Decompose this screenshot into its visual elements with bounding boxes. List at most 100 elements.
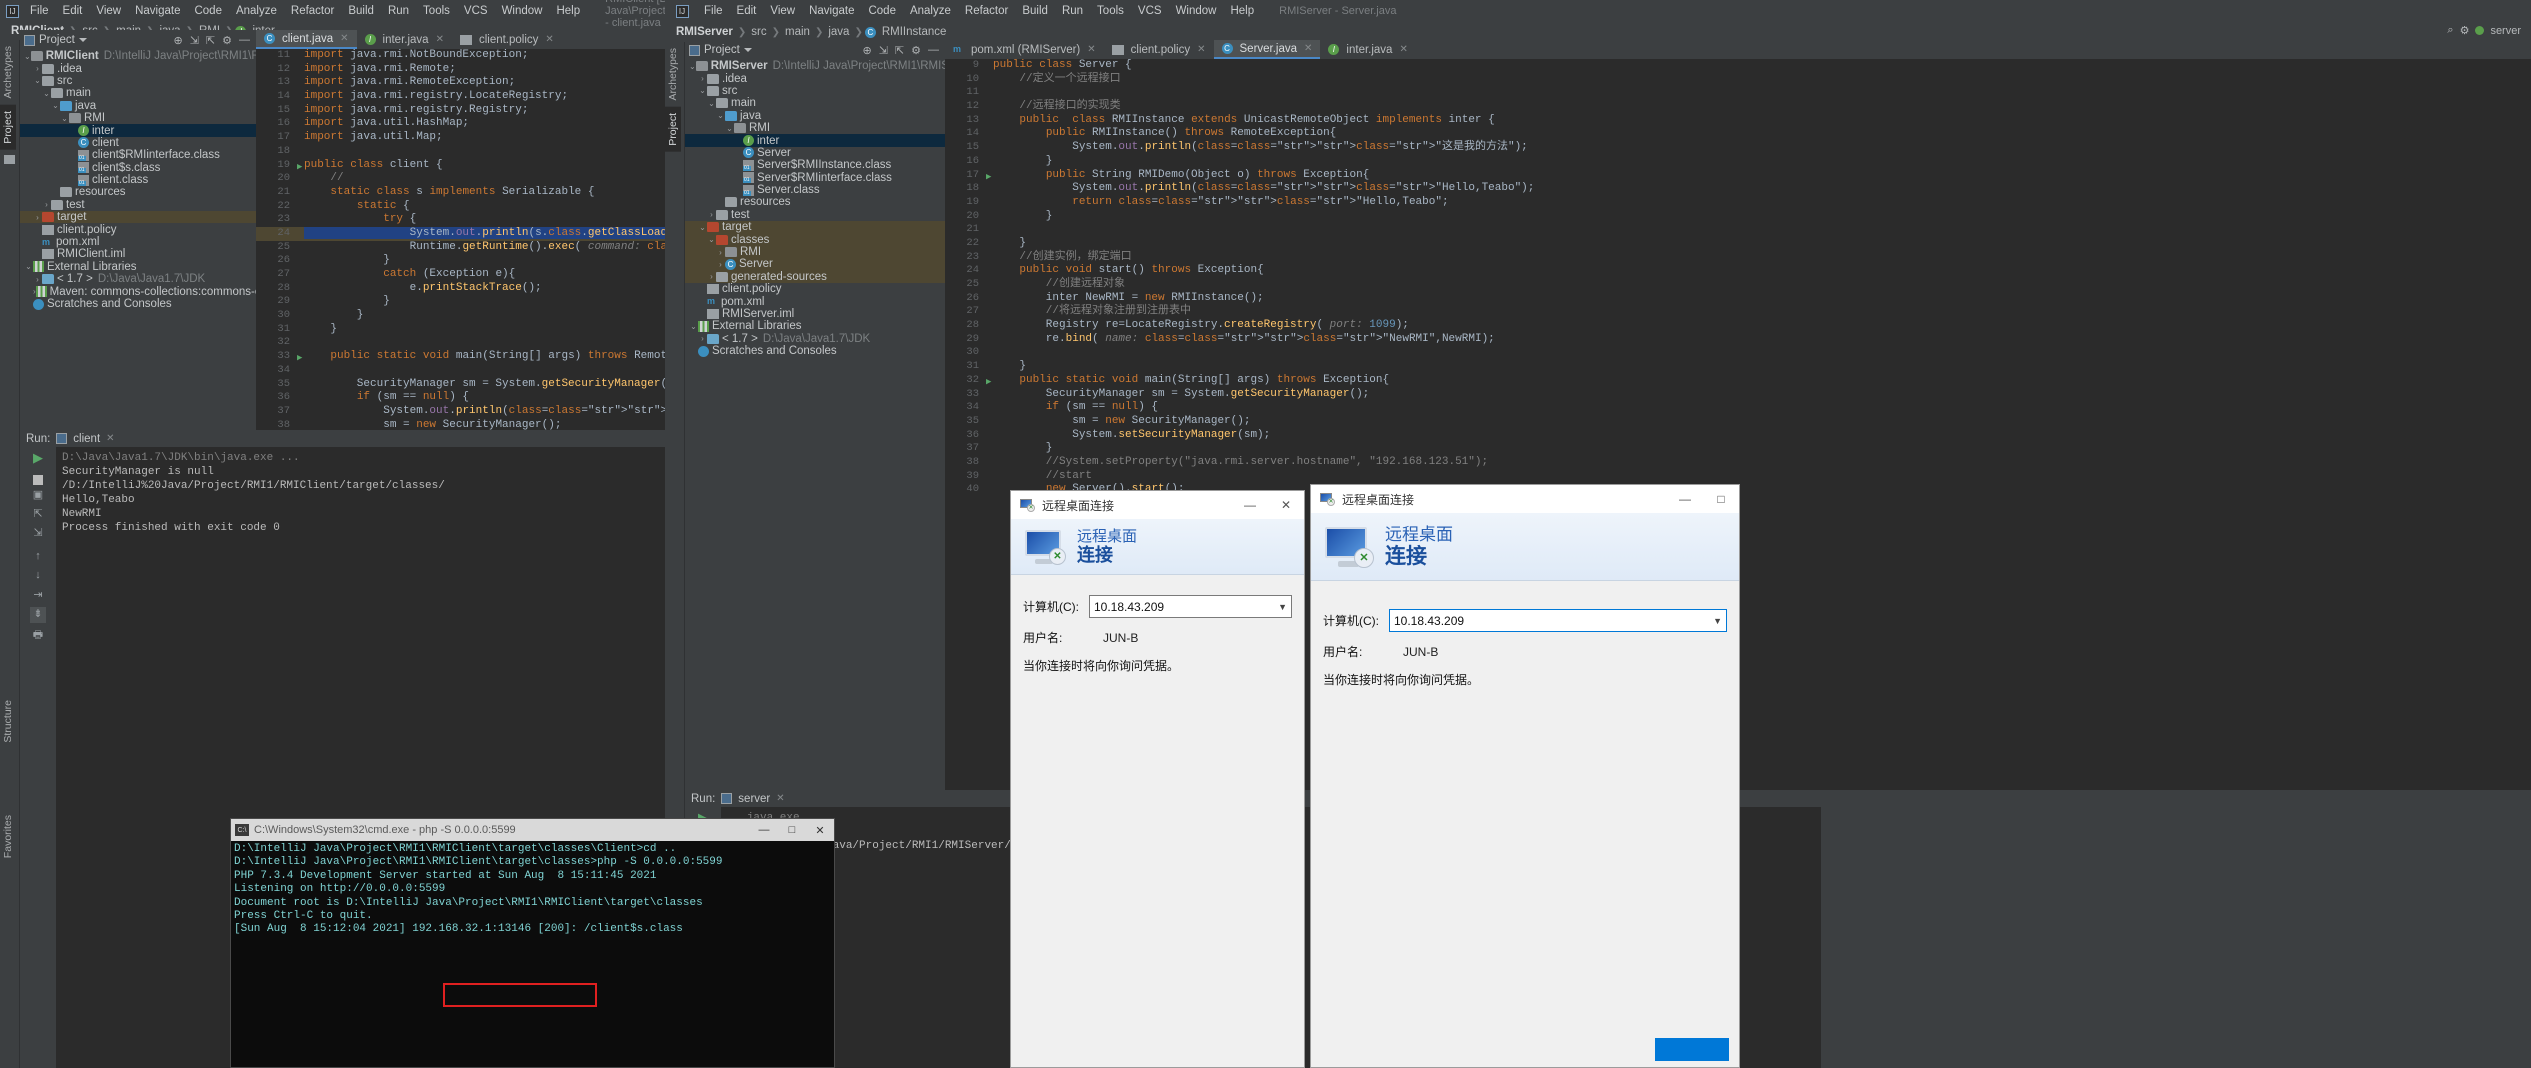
menu-window[interactable]: Window <box>1169 3 1224 19</box>
code-line[interactable]: import java.rmi.Remote; <box>256 63 680 77</box>
minimize-button[interactable]: — <box>1232 491 1268 519</box>
code-line[interactable]: //创建实例，绑定端口 <box>945 251 2531 265</box>
menu-code[interactable]: Code <box>187 3 229 19</box>
close-icon[interactable]: ✕ <box>1304 43 1312 54</box>
close-icon[interactable]: ✕ <box>1087 44 1095 55</box>
run-gutter-icon[interactable]: ▶ <box>297 161 302 175</box>
code-line[interactable]: } <box>945 155 2531 169</box>
tree-item-main[interactable]: ⌄ main <box>20 87 256 99</box>
cmd-output[interactable]: D:\IntelliJ Java\Project\RMI1\RMIClient\… <box>231 841 834 939</box>
code-line[interactable]: if (sm == null) { <box>945 401 2531 415</box>
chevron-down-icon[interactable]: ▼ <box>1713 616 1722 626</box>
menu-file[interactable]: File <box>23 3 56 19</box>
tree-item-client-policy[interactable]: client.policy <box>20 223 256 236</box>
run-tab-client[interactable]: client <box>73 433 100 445</box>
chevron-down-icon[interactable]: ▼ <box>1278 602 1287 612</box>
tree-item-rmiclient-iml[interactable]: RMIClient.iml <box>20 248 256 260</box>
menu-file[interactable]: File <box>697 3 730 19</box>
chevron-down-icon[interactable]: ⌄ <box>698 86 707 95</box>
menu-edit[interactable]: Edit <box>56 3 90 19</box>
menu-help[interactable]: Help <box>1223 3 1261 19</box>
code-line[interactable]: //start <box>945 470 2531 484</box>
code-line[interactable]: sm = new SecurityManager(); <box>256 419 680 430</box>
code-line[interactable]: System.out.println(class=class="str">"st… <box>945 141 2531 155</box>
project-tree-left[interactable]: ⌄ RMIClient D:\IntelliJ Java\Project\RMI1\… <box>20 50 256 310</box>
chevron-down-icon[interactable]: ⌄ <box>51 101 60 110</box>
code-line[interactable]: static { <box>256 200 680 214</box>
tree-item-main[interactable]: ⌄ main <box>685 97 945 109</box>
export-icon[interactable]: ⇲ <box>30 526 46 542</box>
tree-item-client-rmiinterface-class[interactable]: client$RMIinterface.class <box>20 149 256 161</box>
collapse-all-icon[interactable]: ⇱ <box>206 34 215 47</box>
tree-item-scratches-and-consoles[interactable]: Scratches and Consoles <box>20 298 256 310</box>
tree-item-idea[interactable]: › .idea <box>20 62 256 75</box>
code-line[interactable]: import java.util.Map; <box>256 131 680 145</box>
code-line[interactable]: Registry re=LocateRegistry.createRegistr… <box>945 319 2531 333</box>
soft-wrap-icon[interactable]: ⇥ <box>30 588 46 604</box>
code-line[interactable]: e.printStackTrace(); <box>256 282 680 296</box>
tree-item-test[interactable]: › test <box>685 209 945 221</box>
code-line[interactable]: import java.rmi.registry.LocateRegistry; <box>256 90 680 104</box>
tree-item-test[interactable]: › test <box>20 199 256 211</box>
chevron-down-icon[interactable]: ⌄ <box>24 262 33 271</box>
tree-item-external-libraries[interactable]: ⌄ External Libraries <box>685 320 945 332</box>
close-icon[interactable]: ✕ <box>436 34 444 45</box>
gear-icon[interactable]: ⚙ <box>222 34 232 47</box>
menu-tools[interactable]: Tools <box>416 3 457 19</box>
tree-item-server-rmiinstance-class[interactable]: Server$RMIInstance.class <box>685 159 945 171</box>
code-line[interactable]: try { <box>256 213 680 227</box>
menu-refactor[interactable]: Refactor <box>958 3 1015 19</box>
chevron-down-icon[interactable]: ⌄ <box>42 89 51 98</box>
code-line[interactable]: //远程接口的实现类 <box>945 100 2531 114</box>
connect-button[interactable] <box>1655 1038 1729 1061</box>
editor-tab-inter-java[interactable]: Iinter.java ✕ <box>1320 40 1415 59</box>
chevron-right-icon[interactable]: › <box>716 248 725 257</box>
expand-all-icon[interactable]: ⇲ <box>879 44 888 57</box>
tree-item-resources[interactable]: resources <box>685 196 945 208</box>
code-line[interactable]: System.out.println(class=class="str">"st… <box>945 182 2531 196</box>
down-icon[interactable]: ↓ <box>30 569 46 585</box>
menu-code[interactable]: Code <box>861 3 903 19</box>
rdp1-computer-combobox[interactable]: 10.18.43.209 ▼ <box>1089 595 1292 618</box>
code-line[interactable]: public class client { <box>256 159 680 173</box>
editor-code-left[interactable]: 11 12 13 14 15 16 17 18 19 20 21 22 23 24 25 26 27 28 29 30… <box>256 49 680 430</box>
editor-lines[interactable]: public class Server { //定义一个远程接口 //远程接口的… <box>945 59 2531 497</box>
code-line[interactable]: return class=class="str">"str">class="st… <box>945 196 2531 210</box>
minimize-button[interactable]: — <box>750 819 778 841</box>
menu-refactor[interactable]: Refactor <box>284 3 341 19</box>
code-line[interactable]: //将远程对象注册到注册表中 <box>945 305 2531 319</box>
tool-tab-archetypes[interactable]: Archetypes <box>0 40 16 105</box>
menu-edit[interactable]: Edit <box>730 3 764 19</box>
menu-view[interactable]: View <box>89 3 128 19</box>
chevron-right-icon[interactable]: › <box>716 260 725 269</box>
breadcrumb-item-2[interactable]: main <box>782 26 813 38</box>
editor-tab-client-java[interactable]: Cclient.java ✕ <box>256 30 357 49</box>
code-line[interactable]: } <box>256 323 680 337</box>
gear-icon[interactable]: ⚙ <box>911 44 921 57</box>
editor-tab-client-policy[interactable]: client.policy ✕ <box>452 30 562 49</box>
tree-item-rmi[interactable]: ⌄ RMI <box>685 122 945 134</box>
tree-item-client[interactable]: Cclient <box>20 137 256 149</box>
editor-tab-server-java[interactable]: C Server.java ✕ <box>1213 40 1321 59</box>
code-line[interactable]: } <box>256 309 680 323</box>
menu-build[interactable]: Build <box>1015 3 1055 19</box>
close-icon[interactable]: ✕ <box>106 433 114 444</box>
tree-item-rmiclient[interactable]: ⌄ RMIClient D:\IntelliJ Java\Project\RMI1\… <box>20 50 256 62</box>
code-line[interactable]: import java.rmi.registry.Registry; <box>256 104 680 118</box>
breadcrumb-item-0[interactable]: RMIServer <box>673 26 736 38</box>
close-button[interactable]: ✕ <box>1268 491 1304 519</box>
menu-navigate[interactable]: Navigate <box>128 3 187 19</box>
project-tree-right[interactable]: ⌄ RMIServer D:\IntelliJ Java\Project\RMI1\… <box>685 60 945 357</box>
close-icon[interactable]: ✕ <box>1399 44 1407 55</box>
code-line[interactable]: re.bind( name: class=class="str">"str">c… <box>945 333 2531 347</box>
menu-run[interactable]: Run <box>381 3 416 19</box>
editor-tab-pom-xml-rmiserver[interactable]: m pom.xml (RMIServer) ✕ <box>945 40 1104 59</box>
menu-help[interactable]: Help <box>549 3 587 19</box>
rdp-dialog-1[interactable]: ✕ 远程桌面连接 — ✕ ✕ 远程桌面 连接 计算机(C): 10.18.43.… <box>1010 490 1305 1068</box>
code-line[interactable]: public class RMIInstance extends Unicast… <box>945 114 2531 128</box>
editor-tab-client-policy[interactable]: client.policy ✕ <box>1104 40 1214 59</box>
code-line[interactable]: SecurityManager sm = System.getSecurityM… <box>945 388 2531 402</box>
code-line[interactable]: public static void main(String[] args) t… <box>945 374 2531 388</box>
menu-analyze[interactable]: Analyze <box>229 3 284 19</box>
code-line[interactable]: public String RMIDemo(Object o) throws E… <box>945 169 2531 183</box>
